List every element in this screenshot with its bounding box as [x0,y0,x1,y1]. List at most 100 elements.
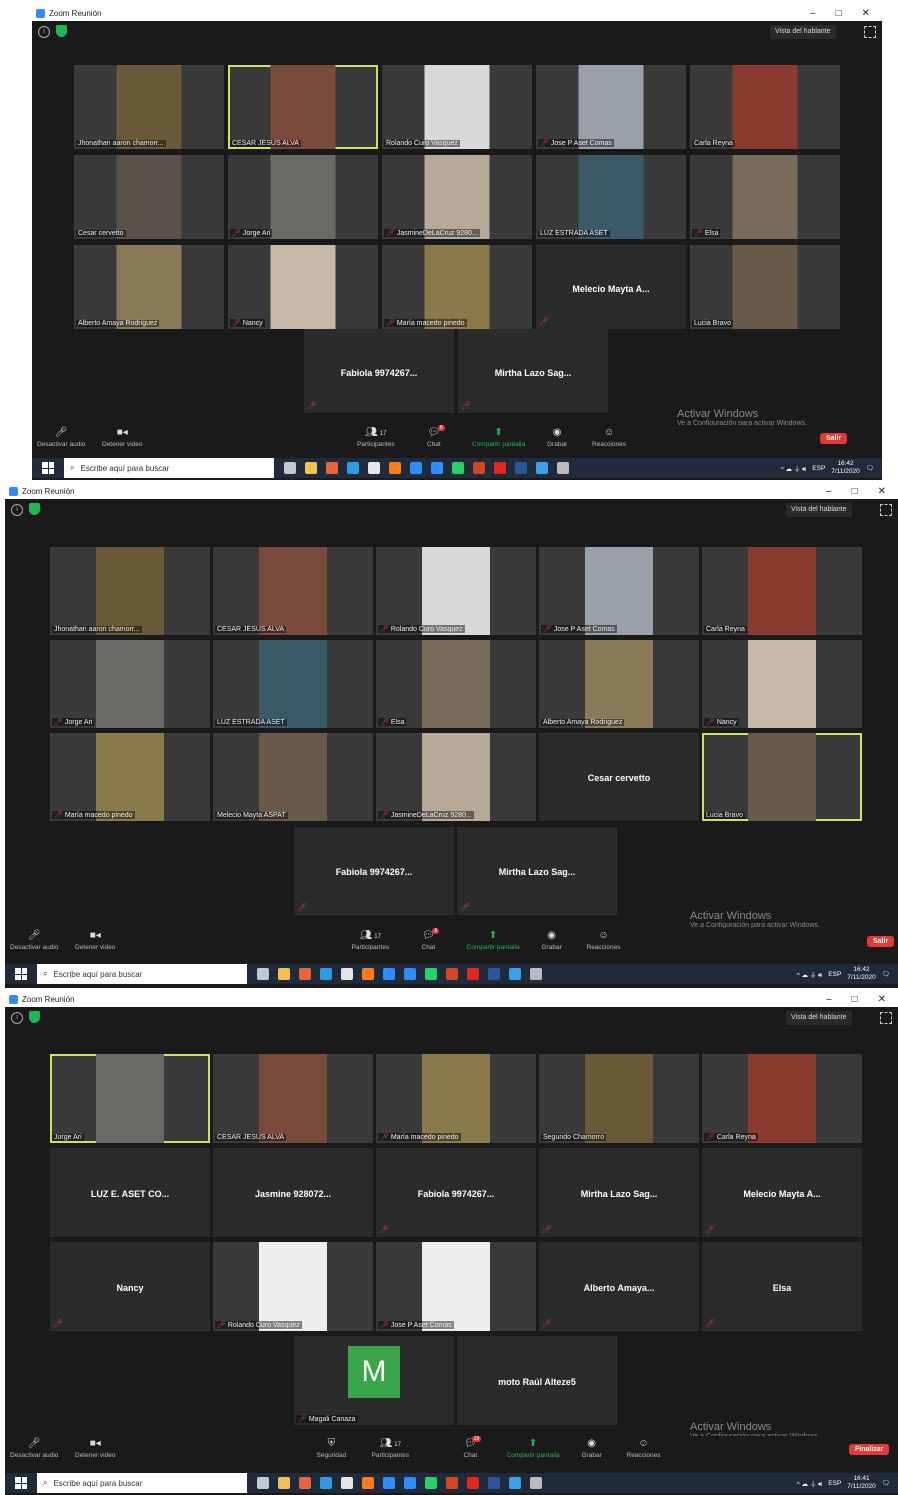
participants-button[interactable]: 👥︎ 17 Participantes [357,427,395,448]
firefox-icon[interactable] [362,1477,374,1489]
participant-tile[interactable]: Elsa 🎤︎ [702,1242,862,1331]
reactions-button[interactable]: ☺ Reacciones [587,930,621,951]
close-button[interactable]: ✕ [878,994,886,1005]
participant-tile[interactable]: Alberto Amaya... 🎤︎ [539,1242,699,1331]
word-icon[interactable] [488,1477,500,1489]
share-screen-button[interactable]: ⬆ Compartir pantalla [507,1438,560,1459]
participant-tile[interactable]: Fabiola 9974267... 🎤︎ [304,329,454,413]
taskbar-clock[interactable]: 16:42 7/11/2020 [831,460,859,476]
chat-button[interactable]: 💬︎ 6 Chat [427,425,445,448]
participant-tile[interactable]: 🎤︎ Nancy [702,640,862,728]
store-icon[interactable] [368,462,380,474]
speaker-view-button[interactable]: Vista del hablante [770,25,836,39]
close-button[interactable]: ✕ [862,8,870,19]
participant-tile[interactable]: 🎤︎ María macedo pinedo [382,245,532,329]
participant-tile[interactable]: Fabiola 9974267... 🎤︎ [294,827,454,915]
store-icon[interactable] [341,968,353,980]
participant-tile[interactable]: 🎤︎ Nancy [228,245,378,329]
participant-tile[interactable]: LUZ E. ASET CO... [50,1148,210,1237]
encryption-shield-icon[interactable] [56,25,67,37]
record-button[interactable]: ◉ Grabar [547,427,567,448]
leave-meeting-button[interactable]: Salir [820,433,848,444]
participant-tile[interactable]: Carla Reyna [702,547,862,635]
participant-tile[interactable]: 🎤︎ Jorge Ari [50,640,210,728]
participant-tile[interactable]: Mirtha Lazo Sag... 🎤︎ [457,827,617,915]
usb-icon[interactable] [530,1477,542,1489]
participant-tile[interactable]: 🎤︎ Rolando Curo Vasquez [376,547,536,635]
whatsapp-icon[interactable] [425,1477,437,1489]
encryption-shield-icon[interactable] [29,1011,40,1023]
minimize-button[interactable]: – [826,994,832,1005]
taskbar-search-box[interactable]: ⌕ Escribe aquí para buscar [37,964,247,984]
participant-tile[interactable]: moto Raúl Alteze5 [457,1336,617,1425]
whatsapp-icon[interactable] [452,462,464,474]
powerpoint-icon[interactable] [473,462,485,474]
participant-tile[interactable]: Alberto Amaya Rodriguez [74,245,224,329]
participant-tile[interactable]: Melecio Mayta ASPAT [213,733,373,821]
maximize-button[interactable]: □ [836,8,842,19]
reactions-button[interactable]: ☺ Reacciones [592,427,626,448]
participant-tile[interactable]: 🎤︎ Elsa [376,640,536,728]
participant-tile[interactable]: 🎤︎ JasmineDeLaCruz 9280... [382,155,532,239]
end-meeting-button[interactable]: Finalizar [849,1444,890,1455]
file-explorer-icon[interactable] [278,1477,290,1489]
edge-icon[interactable] [320,1477,332,1489]
file-explorer-icon[interactable] [305,462,317,474]
tray-icons[interactable]: ^ ☁ ⏚ 🔊︎ [781,463,807,474]
share-screen-button[interactable]: ⬆ Compartir pantalla [472,427,525,448]
share-screen-button[interactable]: ⬆ Compartir pantalla [467,930,520,951]
meeting-info-icon[interactable]: i [11,1012,23,1024]
minimize-button[interactable]: – [810,8,816,19]
language-indicator[interactable]: ESP [828,971,841,978]
participants-button[interactable]: 👥︎ 17 Participantes [372,1438,410,1459]
zoom-icon[interactable] [404,1477,416,1489]
participant-tile[interactable]: Lucia Bravo [690,245,840,329]
mute-button[interactable]: 🎤︎ Desactivar audio [10,930,58,951]
speaker-view-button[interactable]: Vista del hablante [786,503,852,517]
participant-tile[interactable]: Jhonathan aaron chamorr... [74,65,224,149]
participant-tile[interactable]: 🎤︎ Jorge Ari [228,155,378,239]
participant-tile[interactable]: Mirtha Lazo Sag... 🎤︎ [539,1148,699,1237]
participant-tile[interactable]: Alberto Amaya Rodriguez [539,640,699,728]
ie-icon[interactable] [509,1477,521,1489]
participant-tile[interactable]: M 🎤︎ Magali Canaza [294,1336,454,1425]
participant-tile[interactable]: Mirtha Lazo Sag... 🎤︎ [458,329,608,413]
task-view-icon[interactable] [284,462,296,474]
chat-button[interactable]: 💬︎ 6 Chat [422,928,440,951]
word-icon[interactable] [488,968,500,980]
participant-tile[interactable]: Jorge Ari [50,1054,210,1143]
language-indicator[interactable]: ESP [812,465,825,472]
task-view-icon[interactable] [257,968,269,980]
chat-button[interactable]: 💬︎ 19 Chat [464,1436,482,1459]
ie-icon[interactable] [509,968,521,980]
minimize-button[interactable]: – [826,486,832,497]
usb-icon[interactable] [530,968,542,980]
ie-icon[interactable] [536,462,548,474]
notifications-icon[interactable]: 🗨︎ [882,970,890,978]
participant-tile[interactable]: 🎤︎ Elsa [690,155,840,239]
fullscreen-icon[interactable] [880,504,892,516]
task-view-icon[interactable] [257,1477,269,1489]
firefox-icon[interactable] [362,968,374,980]
participant-tile[interactable]: Jhonathan aaron chamorr... [50,547,210,635]
app-icon[interactable] [299,1477,311,1489]
participant-tile[interactable]: Fabiola 9974267... 🎤︎ [376,1148,536,1237]
participant-tile[interactable]: LUZ ESTRADA ASET [536,155,686,239]
mail-icon[interactable] [410,462,422,474]
powerpoint-icon[interactable] [446,968,458,980]
acrobat-icon[interactable] [467,968,479,980]
acrobat-icon[interactable] [467,1477,479,1489]
participant-tile[interactable]: Cesar cervetto [74,155,224,239]
notifications-icon[interactable]: 🗨︎ [882,1479,890,1487]
mail-icon[interactable] [383,968,395,980]
maximize-button[interactable]: □ [852,994,858,1005]
taskbar-clock[interactable]: 16:42 7/11/2020 [847,966,875,982]
participant-tile[interactable]: Cesar cervetto [539,733,699,821]
participant-tile[interactable]: Lucia Bravo [702,733,862,821]
app-icon[interactable] [299,968,311,980]
powerpoint-icon[interactable] [446,1477,458,1489]
zoom-icon[interactable] [404,968,416,980]
mute-button[interactable]: 🎤︎ Desactivar audio [10,1438,58,1459]
record-button[interactable]: ◉ Grabar [582,1438,602,1459]
acrobat-icon[interactable] [494,462,506,474]
